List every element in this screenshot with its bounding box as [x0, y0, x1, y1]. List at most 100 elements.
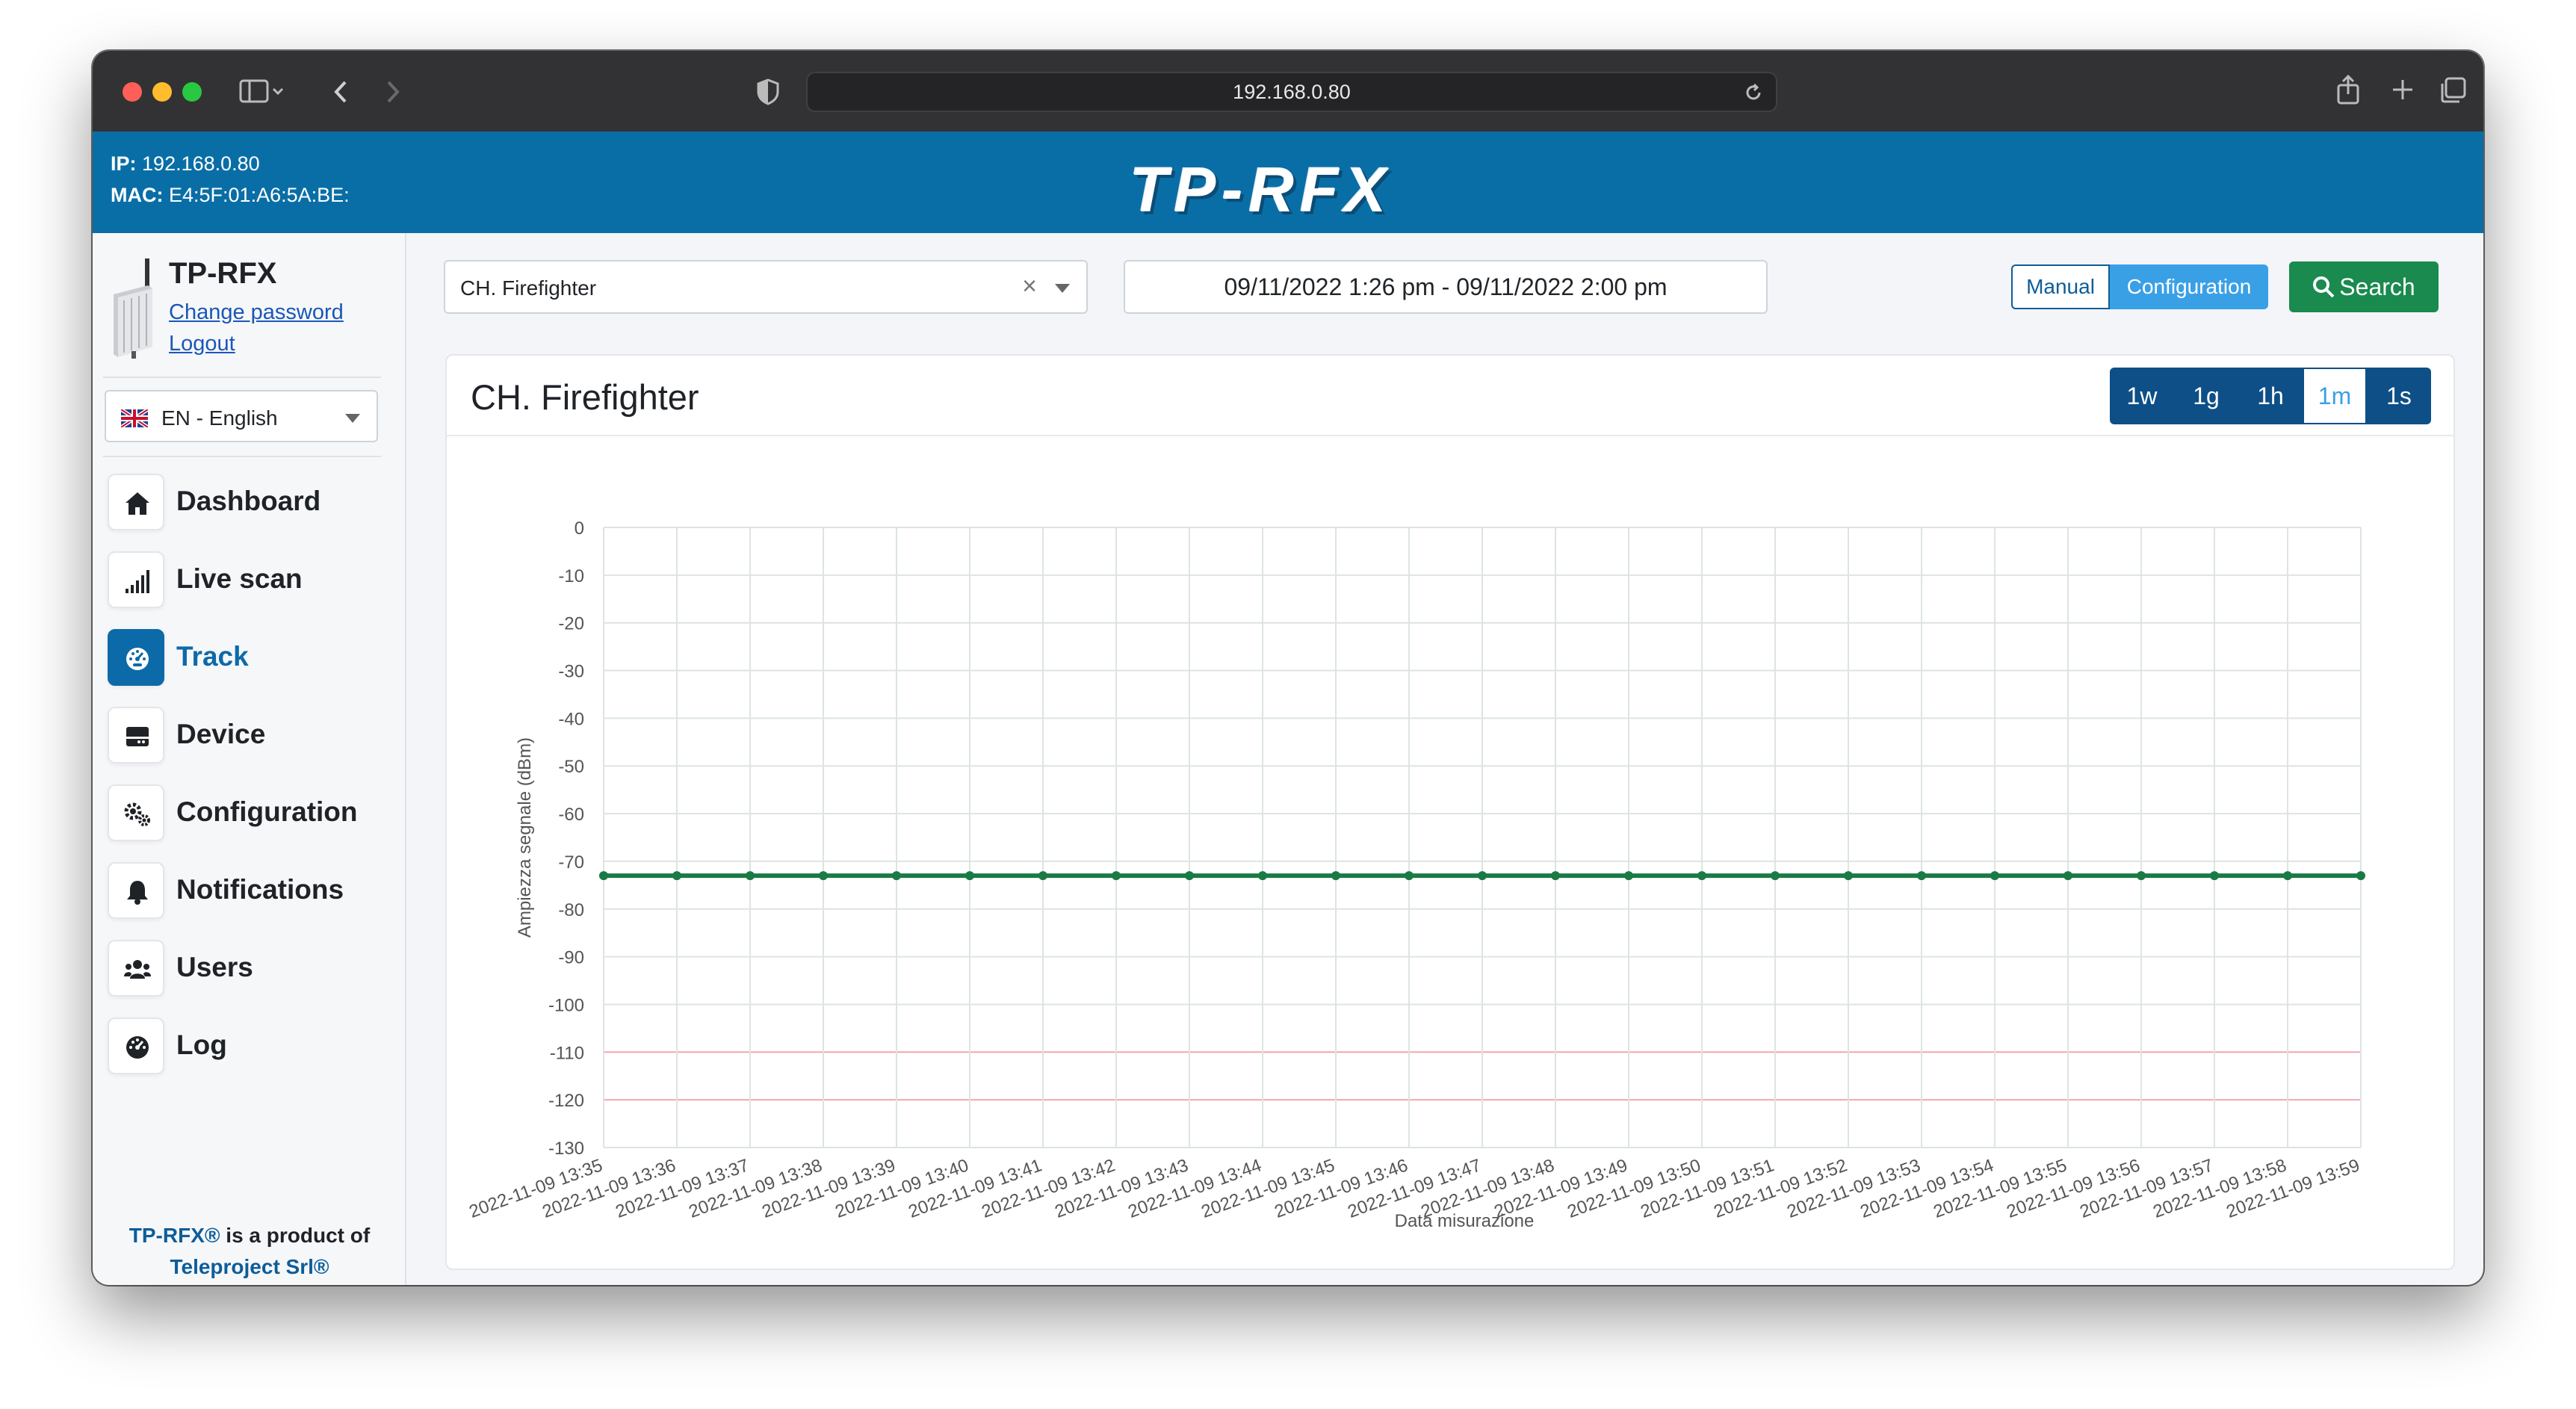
tab-overview-icon[interactable] — [2439, 76, 2467, 105]
sidebar-item-log[interactable]: Log — [108, 1016, 391, 1076]
data-point — [1112, 871, 1121, 881]
data-point — [819, 871, 828, 881]
chevron-down-icon — [1055, 284, 1070, 293]
logout-link[interactable]: Logout — [169, 332, 235, 356]
device-icon — [108, 707, 164, 764]
mac-label: MAC: — [111, 184, 164, 206]
forward-icon[interactable] — [384, 78, 402, 106]
y-axis-title: Ampiezza segnale (dBm) — [515, 737, 535, 938]
sidebar-item-users[interactable]: Users — [108, 938, 391, 998]
ip-info: IP: 192.168.0.80 — [111, 152, 260, 176]
share-icon[interactable] — [2335, 73, 2361, 106]
sidebar-item-label: Device — [176, 719, 266, 749]
y-tick-label: -120 — [548, 1091, 584, 1111]
data-point — [1185, 871, 1194, 881]
change-password-link[interactable]: Change password — [169, 300, 344, 325]
sidebar-toggle-icon[interactable] — [239, 78, 285, 106]
x-axis-title: Data misurazione — [1395, 1211, 1535, 1231]
minimize-window-button[interactable] — [152, 82, 172, 102]
data-point — [1844, 871, 1853, 881]
sidebar-item-label: Log — [176, 1029, 227, 1060]
close-window-button[interactable] — [123, 82, 142, 102]
channel-select[interactable]: CH. Firefighter × — [444, 260, 1088, 314]
address-bar-url: 192.168.0.80 — [1233, 81, 1351, 103]
new-tab-icon[interactable] — [2391, 78, 2415, 102]
y-tick-label: -40 — [558, 709, 584, 729]
data-point — [1624, 871, 1633, 881]
y-tick-label: -100 — [548, 995, 584, 1015]
search-button[interactable]: Search — [2289, 261, 2439, 312]
y-tick-label: -50 — [558, 757, 584, 777]
y-tick-label: -20 — [558, 614, 584, 634]
address-bar[interactable]: 192.168.0.80 — [806, 72, 1777, 112]
sidebar-item-label: Live scan — [176, 563, 303, 594]
sidebar-item-label: Track — [176, 641, 249, 672]
clear-icon[interactable]: × — [1022, 272, 1037, 301]
data-point — [672, 871, 681, 881]
reload-icon[interactable] — [1743, 82, 1764, 103]
data-point — [1917, 871, 1926, 881]
y-tick-label: -30 — [558, 662, 584, 682]
footer-product-text: is a product of — [220, 1224, 371, 1247]
y-tick-label: -70 — [558, 852, 584, 873]
sidebar-item-configuration[interactable]: Configuration — [108, 783, 391, 843]
users-icon — [108, 940, 164, 997]
sidebar-item-label: Configuration — [176, 796, 358, 827]
app-logo: TP-RFX — [1130, 155, 1393, 225]
privacy-shield-icon[interactable] — [756, 78, 780, 106]
data-point — [1551, 871, 1560, 881]
sidebar-item-label: Notifications — [176, 874, 344, 905]
gauge-icon — [108, 629, 164, 686]
data-point — [1038, 871, 1047, 881]
ip-value: 192.168.0.80 — [142, 152, 260, 175]
y-tick-label: -110 — [550, 1043, 584, 1063]
sidebar-item-dashboard[interactable]: Dashboard — [108, 472, 391, 532]
back-icon[interactable] — [332, 78, 350, 106]
y-tick-label: -60 — [558, 805, 584, 825]
y-tick-label: -130 — [548, 1139, 584, 1159]
uk-flag-icon — [121, 409, 148, 427]
sidebar-item-live-scan[interactable]: Live scan — [108, 550, 391, 610]
browser-toolbar: 192.168.0.80 — [93, 51, 2483, 131]
channel-value: CH. Firefighter — [460, 276, 597, 300]
data-point — [2063, 871, 2072, 881]
data-point — [965, 871, 974, 881]
data-point — [1990, 871, 1999, 881]
mac-info: MAC: E4:5F:01:A6:5A:BE: — [111, 184, 350, 207]
log-gauge-icon — [108, 1018, 164, 1074]
data-point — [1771, 871, 1780, 881]
sidebar-item-notifications[interactable]: Notifications — [108, 861, 391, 920]
gears-icon — [108, 784, 164, 841]
sidebar-brand: TP-RFX — [169, 257, 277, 290]
divider — [103, 456, 381, 457]
data-point — [1478, 871, 1487, 881]
app-header: IP: 192.168.0.80 MAC: E4:5F:01:A6:5A:BE:… — [93, 131, 2483, 233]
configuration-button[interactable]: Configuration — [2110, 264, 2268, 309]
language-value: EN - English — [161, 406, 278, 430]
y-tick-label: -90 — [558, 948, 584, 968]
bell-icon — [108, 862, 164, 919]
y-tick-label: -80 — [558, 900, 584, 920]
data-point — [2137, 871, 2146, 881]
data-point — [599, 871, 608, 881]
sidebar: TP-RFX Change password Logout EN - Engli… — [93, 233, 406, 1285]
chart-card: CH. Firefighter 1w 1g 1h 1m 1s 0 -10 -20 -3… — [445, 354, 2455, 1270]
zoom-window-button[interactable] — [182, 82, 202, 102]
date-range-input[interactable]: 09/11/2022 1:26 pm - 09/11/2022 2:00 pm — [1124, 260, 1768, 314]
data-point — [892, 871, 901, 881]
data-point — [2210, 871, 2219, 881]
device-image — [114, 258, 152, 359]
data-point — [1405, 871, 1414, 881]
signal-chart: 0 -10 -20 -30 -40 -50 -60 -70 -80 -90 -100 -110 -120… — [466, 518, 2365, 1231]
data-point — [1697, 871, 1706, 881]
data-point — [746, 871, 755, 881]
sidebar-item-track[interactable]: Track — [108, 628, 391, 687]
sidebar-item-device[interactable]: Device — [108, 705, 391, 765]
y-tick-label: -10 — [558, 566, 584, 586]
sidebar-footer-company: Teleproject Srl® — [170, 1255, 329, 1278]
language-select[interactable]: EN - English — [105, 390, 378, 442]
data-point — [2283, 871, 2292, 881]
mac-value: E4:5F:01:A6:5A:BE: — [169, 184, 350, 206]
chevron-down-icon — [345, 414, 360, 423]
manual-button[interactable]: Manual — [2011, 264, 2110, 309]
